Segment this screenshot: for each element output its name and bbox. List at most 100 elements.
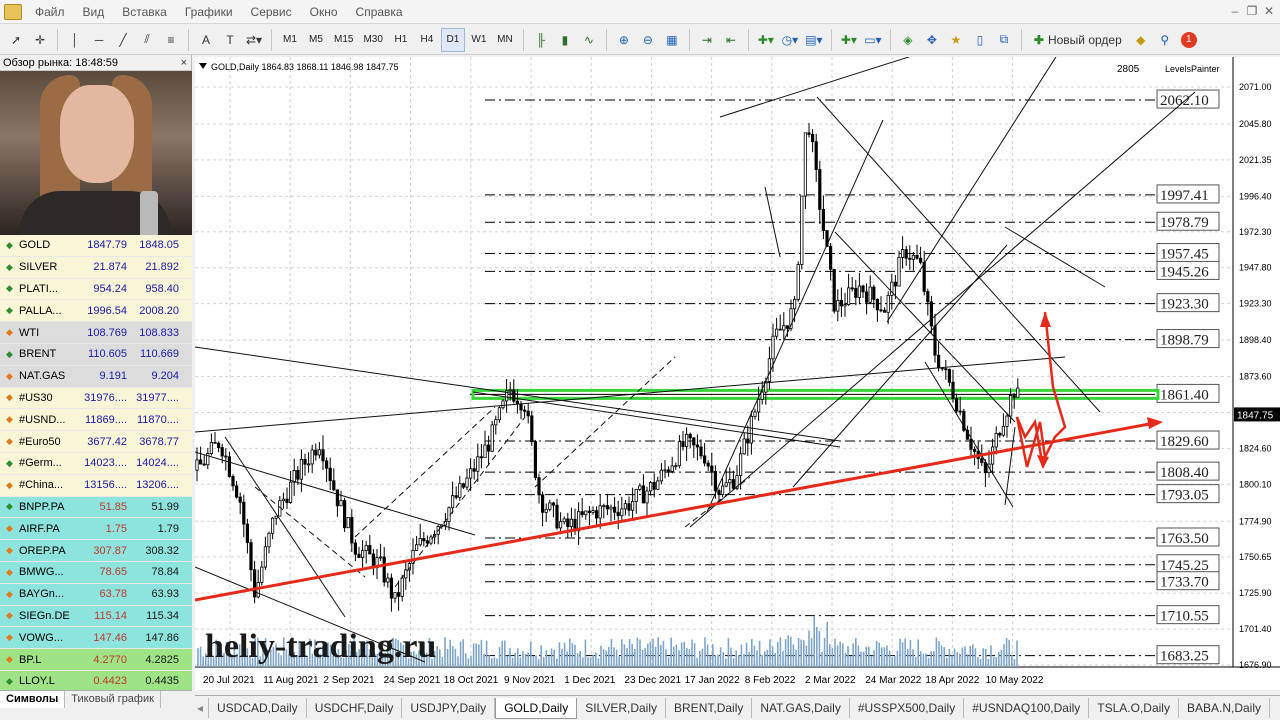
price-up-icon: ◆ bbox=[6, 675, 13, 686]
market-watch-row[interactable]: ◆ BRENT 110.605 110.669 bbox=[0, 343, 192, 366]
market-watch-row[interactable]: ◆ #Euro50 3677.42 3678.77 bbox=[0, 431, 192, 453]
timeframe-mn[interactable]: MN bbox=[493, 28, 517, 52]
chart-canvas[interactable]: 20 Jul 2021 11 Aug 2021 2 Sep 2021 24 Sep 2… bbox=[195, 57, 1280, 690]
market-watch-row[interactable]: ◆ VOWG... 147.46 147.86 bbox=[0, 627, 192, 650]
market-watch-row[interactable]: ◆ #China... 13156.... 13206.... bbox=[0, 474, 192, 497]
tabs-scroll-left-icon[interactable]: ◂ bbox=[195, 698, 209, 718]
candle-body bbox=[616, 511, 620, 517]
terminal-icon[interactable]: ▯ bbox=[969, 28, 991, 52]
strategy-tester-icon[interactable]: ⧉ bbox=[993, 28, 1015, 52]
close-icon[interactable]: × bbox=[181, 55, 187, 71]
zoom-out-icon[interactable]: ⊖ bbox=[637, 28, 659, 52]
new-order-button[interactable]: ✚ Новый ордер bbox=[1028, 28, 1128, 52]
restore-icon[interactable]: ❐ bbox=[1244, 3, 1260, 19]
chart-tab[interactable]: #USSPX500,Daily bbox=[850, 698, 965, 718]
market-watch-row[interactable]: ◆ #USND... 11869.... 11870.... bbox=[0, 409, 192, 432]
timeframe-m30[interactable]: M30 bbox=[359, 28, 386, 52]
candle-body bbox=[321, 449, 325, 462]
data-window-icon[interactable]: ★ bbox=[945, 28, 967, 52]
price-chart[interactable]: 20 Jul 2021 11 Aug 2021 2 Sep 2021 24 Sep 2… bbox=[195, 57, 1280, 690]
notifications-icon[interactable]: 1 bbox=[1178, 28, 1200, 52]
chart-tab[interactable]: USDCAD,Daily bbox=[209, 698, 307, 718]
menu-window[interactable]: Окно bbox=[301, 0, 347, 24]
market-watch-row[interactable]: ◆ WTI 108.769 108.833 bbox=[0, 322, 192, 344]
market-watch-row[interactable]: ◆ BMWG... 78.65 78.84 bbox=[0, 561, 192, 584]
close-icon[interactable]: ✕ bbox=[1261, 3, 1277, 19]
line-chart-icon[interactable]: ∿ bbox=[578, 28, 600, 52]
market-watch-icon[interactable]: ◈ bbox=[897, 28, 919, 52]
menu-help[interactable]: Справка bbox=[347, 0, 412, 24]
market-watch-row[interactable]: ◆ #US30 31976.... 31977.... bbox=[0, 387, 192, 410]
timeframe-m15[interactable]: M15 bbox=[330, 28, 357, 52]
symbol-name: #Germ... bbox=[19, 457, 62, 470]
arrows-icon[interactable]: ⇄▾ bbox=[243, 28, 265, 52]
candle-body bbox=[746, 438, 750, 444]
candle-body bbox=[811, 134, 815, 143]
menu-tools[interactable]: Сервис bbox=[242, 0, 301, 24]
candlestick-icon[interactable]: ▮ bbox=[554, 28, 576, 52]
crosshair-icon[interactable]: ✛ bbox=[29, 28, 51, 52]
fibonacci-icon[interactable]: ≡ bbox=[160, 28, 182, 52]
market-watch-row[interactable]: ◆ OREP.PA 307.87 308.32 bbox=[0, 540, 192, 562]
channel-icon[interactable]: ⫽ bbox=[136, 28, 158, 52]
auto-scroll-icon[interactable]: ⇥ bbox=[696, 28, 718, 52]
menu-charts[interactable]: Графики bbox=[176, 0, 242, 24]
templates-icon[interactable]: ▤▾ bbox=[803, 28, 825, 52]
market-watch-row[interactable]: ◆ PALLA... 1996.54 2008.20 bbox=[0, 300, 192, 323]
chart-tab[interactable]: BRENT,Daily bbox=[666, 698, 753, 718]
minimize-icon[interactable]: – bbox=[1227, 3, 1243, 19]
text-icon[interactable]: A bbox=[195, 28, 217, 52]
market-watch-row[interactable]: ◆ AIRF.PA 1.75 1.79 bbox=[0, 518, 192, 541]
x-tick-label: 11 Aug 2021 bbox=[263, 675, 319, 686]
market-watch-row[interactable]: ◆ #Germ... 14023.... 14024.... bbox=[0, 452, 192, 475]
x-tick-label: 24 Mar 2022 bbox=[865, 675, 922, 686]
chart-tab[interactable]: BABA.N,Daily bbox=[1179, 698, 1270, 718]
text-label-icon[interactable]: T bbox=[219, 28, 241, 52]
timeframe-h4[interactable]: H4 bbox=[415, 28, 439, 52]
chart-shift-icon[interactable]: ⇤ bbox=[720, 28, 742, 52]
chart-tab[interactable]: #USNDAQ100,Daily bbox=[964, 698, 1090, 718]
tab-symbols[interactable]: Символы bbox=[0, 691, 66, 708]
timeframe-m5[interactable]: M5 bbox=[304, 28, 328, 52]
indicators-icon[interactable]: ✚▾ bbox=[755, 28, 777, 52]
chart-tab[interactable]: USDCHF,Daily bbox=[307, 698, 403, 718]
market-watch-row[interactable]: ◆ BAYGn... 63.78 63.93 bbox=[0, 583, 192, 606]
market-watch-row[interactable]: ◆ SILVER 21.874 21.892 bbox=[0, 256, 192, 279]
candle-body bbox=[245, 523, 250, 544]
search-icon[interactable]: ⚲ bbox=[1154, 28, 1176, 52]
periods-icon[interactable]: ◷▾ bbox=[779, 28, 801, 52]
cursor-icon[interactable]: ➚ bbox=[5, 28, 27, 52]
profiles-icon[interactable]: ▭▾ bbox=[862, 28, 884, 52]
zoom-in-icon[interactable]: ⊕ bbox=[613, 28, 635, 52]
market-watch-row[interactable]: ◆ BP.L 4.2770 4.2825 bbox=[0, 649, 192, 671]
candle-body bbox=[468, 468, 473, 479]
chart-tab[interactable]: GOLD,Daily bbox=[495, 697, 578, 719]
price-up-icon: ◆ bbox=[6, 239, 13, 250]
chart-tab[interactable]: NAT.GAS,Daily bbox=[752, 698, 850, 718]
new-chart-icon[interactable]: ✚▾ bbox=[838, 28, 860, 52]
vertical-line-icon[interactable]: │ bbox=[64, 28, 86, 52]
market-watch-row[interactable]: ◆ SIEGn.DE 115.14 115.34 bbox=[0, 605, 192, 628]
tile-windows-icon[interactable]: ▦ bbox=[661, 28, 683, 52]
chart-tab[interactable]: TSLA.O,Daily bbox=[1089, 698, 1179, 718]
menu-file[interactable]: Файл bbox=[26, 0, 74, 24]
market-watch-row[interactable]: ◆ BNPP.PA 51.85 51.99 bbox=[0, 496, 192, 519]
market-watch-row[interactable]: ◆ NAT.GAS 9.191 9.204 bbox=[0, 365, 192, 388]
autotrading-icon[interactable]: ◆ bbox=[1130, 28, 1152, 52]
market-watch-row[interactable]: ◆ GOLD 1847.79 1848.05 bbox=[0, 235, 192, 257]
trendline-icon[interactable]: ╱ bbox=[112, 28, 134, 52]
timeframe-h1[interactable]: H1 bbox=[389, 28, 413, 52]
horizontal-line-icon[interactable]: ─ bbox=[88, 28, 110, 52]
bar-chart-icon[interactable]: ╟ bbox=[530, 28, 552, 52]
timeframe-w1[interactable]: W1 bbox=[467, 28, 491, 52]
menu-insert[interactable]: Вставка bbox=[113, 0, 176, 24]
menu-view[interactable]: Вид bbox=[74, 0, 114, 24]
navigator-icon[interactable]: ✥ bbox=[921, 28, 943, 52]
timeframe-m1[interactable]: M1 bbox=[278, 28, 302, 52]
market-watch-row[interactable]: ◆ PLATI... 954.24 958.40 bbox=[0, 278, 192, 301]
timeframe-d1[interactable]: D1 bbox=[440, 27, 465, 52]
candle-body bbox=[461, 483, 466, 488]
tab-tick-chart[interactable]: Тиковый график bbox=[65, 691, 161, 708]
chart-tab[interactable]: USDJPY,Daily bbox=[402, 698, 496, 718]
chart-tab[interactable]: SILVER,Daily bbox=[577, 698, 667, 718]
